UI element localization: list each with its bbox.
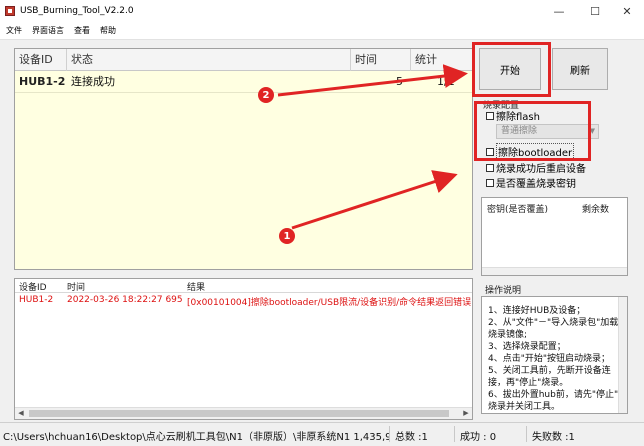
checkbox-icon[interactable] [486, 178, 494, 187]
menu-language[interactable]: 界面语言 [32, 25, 64, 36]
log-horizontal-scrollbar[interactable]: ◀ ▶ [15, 407, 472, 419]
status-success: 成功 : 0 [460, 432, 497, 443]
app-logo-icon [5, 6, 15, 16]
menu-bar: 文件 界面语言 查看 帮助 [0, 22, 644, 40]
row-count: 1/1 [437, 75, 455, 88]
status-total: 总数 :1 [395, 432, 428, 443]
log-panel: 设备ID 时间 结果 HUB1-2 2022-03-26 18:22:27 69… [14, 278, 473, 420]
instructions-scrollbar[interactable] [618, 297, 627, 413]
key-table-scrollbar[interactable] [482, 267, 627, 275]
device-grid: 设备ID 状态 时间 统计 HUB1-2 连接成功 5 1/1 [14, 48, 473, 270]
table-row[interactable]: HUB1-2 连接成功 5 1/1 [15, 71, 472, 93]
log-row-result: [0x00101004]擦除bootloader/USB限流/设备识别/命令结果… [187, 298, 472, 308]
row-device-id: HUB1-2 [19, 75, 66, 88]
highlight-config-box [474, 101, 591, 161]
log-row-time: 2022-03-26 18:22:27 695 [67, 295, 183, 305]
scroll-left-icon[interactable]: ◀ [15, 408, 27, 419]
log-col-result[interactable]: 结果 [187, 280, 205, 293]
status-bar: C:\Users\hchuan16\Desktop\点心云刷机工具包\N1（非原… [0, 422, 644, 446]
status-divider [526, 426, 527, 442]
key-col-name[interactable]: 密钥(是否覆盖) [487, 202, 548, 215]
app-window: USB_Burning_Tool_V2.2.0 — ☐ ✕ 文件 界面语言 查看… [0, 0, 644, 446]
row-time: 5 [396, 75, 403, 88]
step-1-badge: 1 [279, 228, 295, 244]
log-col-device[interactable]: 设备ID [19, 280, 47, 293]
highlight-start-box [472, 42, 551, 97]
col-status[interactable]: 状态 [67, 49, 351, 71]
menu-view[interactable]: 查看 [74, 25, 90, 36]
status-path: C:\Users\hchuan16\Desktop\点心云刷机工具包\N1（非原… [3, 432, 389, 443]
row-status: 连接成功 [71, 75, 115, 88]
log-row[interactable]: HUB1-2 2022-03-26 18:22:27 695 [0x001010… [15, 293, 472, 308]
window-title: USB_Burning_Tool_V2.2.0 [20, 6, 134, 16]
key-col-remaining[interactable]: 剩余数 [582, 202, 609, 215]
overwrite-key-checkbox[interactable]: 是否覆盖烧录密钥 [486, 175, 576, 190]
key-table: 密钥(是否覆盖) 剩余数 [481, 197, 628, 276]
menu-file[interactable]: 文件 [6, 25, 22, 36]
close-button[interactable]: ✕ [610, 0, 644, 22]
scroll-right-icon[interactable]: ▶ [460, 408, 472, 419]
instruction-line: 烧录并关闭工具。 [488, 402, 561, 412]
instructions-title: 操作说明 [485, 286, 522, 296]
log-row-device: HUB1-2 [19, 295, 54, 305]
step-2-badge: 2 [258, 87, 274, 103]
grid-header: 设备ID 状态 时间 统计 [15, 49, 472, 71]
instructions-panel: 1、连接好HUB及设备； 2、从"文件"－"导入烧录包"加载 烧录镜像; 3、选… [481, 296, 628, 414]
title-bar: USB_Burning_Tool_V2.2.0 — ☐ ✕ [0, 0, 644, 22]
maximize-button[interactable]: ☐ [578, 0, 612, 22]
status-divider [389, 426, 390, 442]
log-col-time[interactable]: 时间 [67, 280, 85, 293]
reboot-after-label: 烧录成功后重启设备 [496, 164, 586, 175]
status-divider [454, 426, 455, 442]
status-fail: 失败数 :1 [532, 432, 575, 443]
col-time[interactable]: 时间 [351, 49, 411, 71]
col-device-id[interactable]: 设备ID [15, 49, 67, 71]
checkbox-icon[interactable] [486, 163, 494, 172]
log-header: 设备ID 时间 结果 [15, 279, 472, 293]
minimize-button[interactable]: — [542, 0, 576, 22]
refresh-button[interactable]: 刷新 [552, 48, 608, 90]
overwrite-key-label: 是否覆盖烧录密钥 [496, 179, 576, 190]
reboot-after-checkbox[interactable]: 烧录成功后重启设备 [486, 160, 586, 175]
col-count[interactable]: 统计 [411, 49, 472, 71]
menu-help[interactable]: 帮助 [100, 25, 116, 36]
scroll-thumb[interactable] [29, 410, 449, 417]
